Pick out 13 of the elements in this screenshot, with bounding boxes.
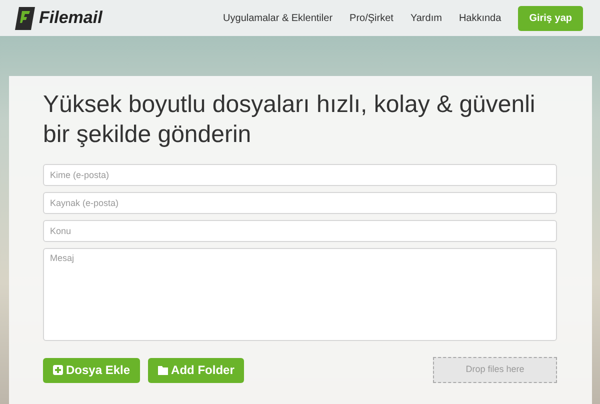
logo-text[interactable]: Filemail [39, 5, 102, 31]
nav-link[interactable]: Pro/Şirket [350, 10, 394, 26]
plus-square-icon [53, 365, 63, 375]
folder-icon [158, 365, 168, 375]
message-field[interactable]: Mesaj [43, 248, 557, 341]
nav-link[interactable]: Hakkında [458, 10, 502, 26]
input-field[interactable]: Konu [43, 220, 557, 242]
input-field[interactable]: Kaynak (e-posta) [43, 192, 557, 214]
input-field[interactable]: Kime (e-posta) [43, 164, 557, 186]
nav-link[interactable]: Uygulamalar & Eklentiler [223, 10, 333, 26]
nav-link[interactable]: Yardım [410, 10, 442, 26]
page-heading: Yüksek boyutlu dosyaları hızlı, kolay & güvenli bir şekilde gönderin [43, 90, 536, 150]
logo-icon [15, 6, 35, 30]
